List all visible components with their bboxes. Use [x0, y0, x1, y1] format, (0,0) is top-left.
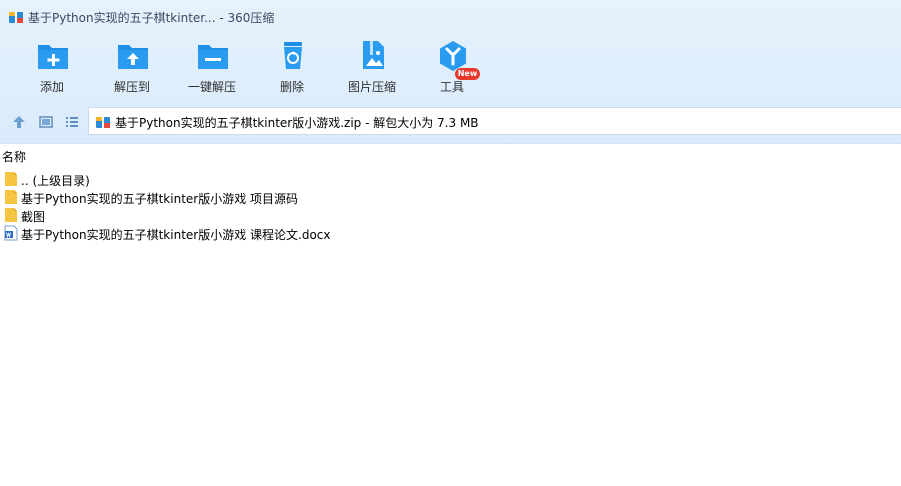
- add-label: 添加: [39, 80, 64, 94]
- column-header-name[interactable]: 名称: [0, 148, 26, 166]
- folder-icon: [5, 190, 17, 204]
- tools-label: 工具: [439, 80, 464, 94]
- list-view-icon[interactable]: [64, 114, 80, 130]
- top-panel: 基于Python实现的五子棋tkinter... - 360压缩 添加 解压到: [0, 0, 901, 144]
- image-compress-icon: [363, 41, 384, 69]
- address-row: 基于Python实现的五子棋tkinter版小游戏.zip - 解包大小为 7.…: [0, 106, 901, 138]
- delete-label: 删除: [279, 80, 304, 94]
- window-title: 基于Python实现的五子棋tkinter... - 360压缩: [28, 11, 275, 25]
- tools-button[interactable]: 工具: [415, 36, 489, 98]
- image-compress-label: 图片压缩: [347, 80, 396, 94]
- one-click-extract-button[interactable]: 一键解压: [175, 36, 249, 98]
- folder-icon: [5, 172, 17, 186]
- one-click-extract-icon: [198, 45, 228, 69]
- tools-icon: [440, 41, 466, 71]
- delete-icon: [284, 42, 302, 69]
- word-document-icon: [4, 225, 18, 241]
- list-item-source-folder[interactable]: 基于Python实现的五子棋tkinter版小游戏 项目源码: [0, 188, 901, 206]
- extract-to-icon: [118, 45, 148, 69]
- list-item-docx-file[interactable]: 基于Python实现的五子棋tkinter版小游戏 课程论文.docx: [0, 224, 901, 242]
- zip-file-icon: [96, 116, 110, 128]
- archive-path-text: 基于Python实现的五子棋tkinter版小游戏.zip - 解包大小为 7.…: [115, 116, 479, 130]
- extract-to-label: 解压到: [113, 80, 150, 94]
- list-item-screenshots-folder[interactable]: 截图: [0, 206, 901, 224]
- new-badge: New: [455, 68, 480, 80]
- title-bar: 基于Python实现的五子棋tkinter... - 360压缩: [0, 0, 901, 34]
- add-button[interactable]: 添加: [15, 36, 89, 98]
- thumbnail-view-icon[interactable]: [38, 114, 54, 130]
- extract-to-button[interactable]: 解压到: [95, 36, 169, 98]
- file-list: 名称 .. (上级目录) 基于Python实现的五子棋tkinter版小游戏 项…: [0, 144, 901, 486]
- list-item-label: 基于Python实现的五子棋tkinter版小游戏 课程论文.docx: [21, 228, 331, 242]
- folder-icon: [5, 208, 17, 222]
- up-arrow-icon[interactable]: [11, 114, 27, 130]
- toolbar: 添加 解压到 一键解压 删除 图片压缩 工具 New: [0, 36, 901, 100]
- one-click-extract-label: 一键解压: [187, 80, 236, 94]
- list-item-label: 截图: [21, 210, 46, 224]
- list-item-parent-directory[interactable]: .. (上级目录): [0, 170, 901, 188]
- delete-button[interactable]: 删除: [255, 36, 329, 98]
- add-icon: [38, 45, 68, 69]
- list-item-label: .. (上级目录): [21, 174, 90, 188]
- image-compress-button[interactable]: 图片压缩: [335, 36, 409, 98]
- list-item-label: 基于Python实现的五子棋tkinter版小游戏 项目源码: [21, 192, 299, 206]
- address-bar[interactable]: 基于Python实现的五子棋tkinter版小游戏.zip - 解包大小为 7.…: [88, 107, 901, 135]
- 360zip-app-icon: [9, 11, 23, 23]
